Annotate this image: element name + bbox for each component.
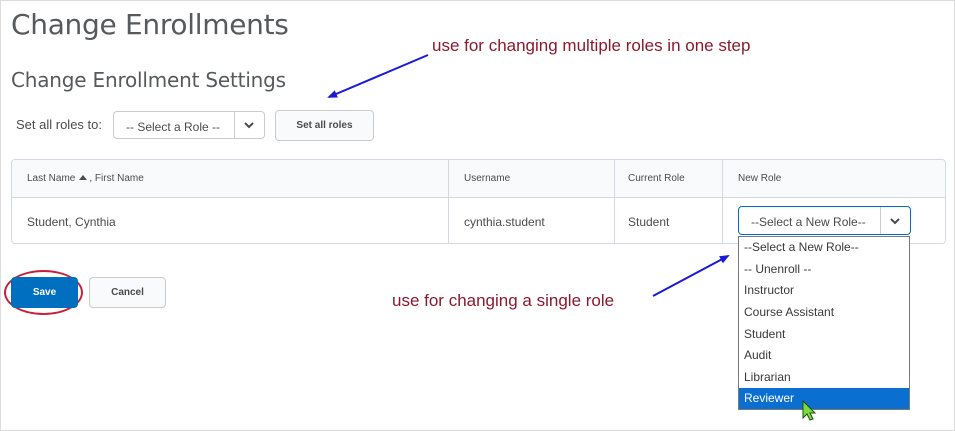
annotation-arrow-bottom	[652, 255, 730, 297]
annotation-overlay	[327, 54, 817, 421]
mouse-cursor-icon	[802, 399, 817, 421]
annotation-arrow-top	[327, 54, 429, 98]
